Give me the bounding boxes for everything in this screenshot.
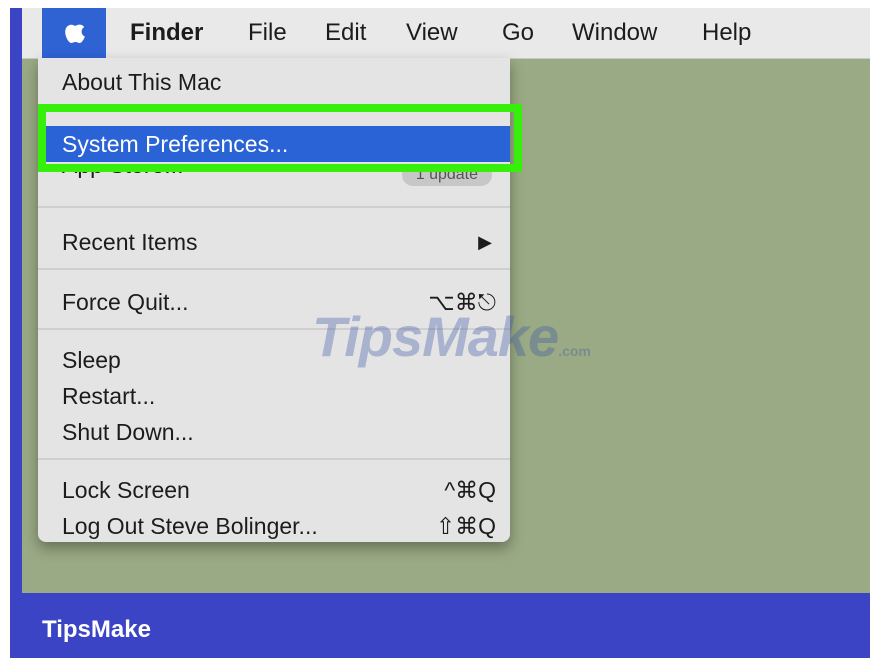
menu-item-label: Force Quit...: [62, 289, 189, 315]
menu-divider: [38, 206, 510, 208]
menu-item-about-this-mac[interactable]: About This Mac: [38, 64, 510, 100]
menu-finder[interactable]: Finder: [130, 8, 203, 58]
menu-item-label: System Preferences...: [62, 131, 289, 157]
menu-edit[interactable]: Edit: [325, 8, 366, 58]
menu-item-app-store[interactable]: App Store... 1 update: [38, 168, 510, 190]
menu-divider: [38, 108, 510, 110]
watermark-suffix: .com: [558, 343, 591, 359]
update-badge: 1 update: [401, 168, 492, 186]
right-arrow-icon: ▶: [478, 232, 492, 252]
menu-item-label: Lock Screen: [62, 477, 190, 503]
menu-item-system-preferences[interactable]: System Preferences...: [38, 126, 510, 162]
menu-item-shut-down[interactable]: Shut Down...: [38, 414, 510, 450]
menu-divider: [38, 268, 510, 270]
menu-bar: Finder File Edit View Go Window Help: [22, 8, 870, 59]
menu-window[interactable]: Window: [572, 8, 657, 58]
menu-item-label: Log Out Steve Bolinger...: [62, 513, 318, 539]
watermark-brand: TipsMake: [312, 305, 559, 368]
menu-item-shortcut: ⇧⌘Q: [435, 513, 496, 539]
menu-item-label: App Store...: [62, 168, 183, 177]
apple-menu-button[interactable]: [42, 8, 106, 58]
menu-item-lock-screen[interactable]: Lock Screen ^⌘Q: [38, 472, 510, 508]
watermark: TipsMake.com: [312, 304, 591, 369]
menu-item-label: About This Mac: [62, 69, 222, 95]
menu-item-label: Restart...: [62, 383, 156, 409]
apple-menu-dropdown: About This Mac System Preferences... App…: [38, 58, 510, 542]
footer-brand: TipsMake: [42, 616, 151, 643]
menu-file[interactable]: File: [248, 8, 287, 58]
apple-logo-icon: [62, 17, 86, 50]
menu-item-label: Recent Items: [62, 229, 198, 255]
screenshot-frame: Finder File Edit View Go Window Help Abo…: [10, 8, 870, 658]
menu-item-label: Sleep: [62, 347, 121, 373]
menu-item-restart[interactable]: Restart...: [38, 378, 510, 414]
menu-help[interactable]: Help: [702, 8, 751, 58]
menu-go[interactable]: Go: [502, 8, 534, 58]
menu-item-log-out[interactable]: Log Out Steve Bolinger... ⇧⌘Q: [38, 508, 510, 544]
menu-divider: [38, 458, 510, 460]
menu-item-shortcut: ^⌘Q: [444, 477, 496, 503]
menu-item-label: Shut Down...: [62, 419, 194, 445]
menu-view[interactable]: View: [406, 8, 458, 58]
menu-item-recent-items[interactable]: Recent Items ▶: [38, 224, 510, 260]
desktop: Finder File Edit View Go Window Help Abo…: [22, 8, 870, 593]
